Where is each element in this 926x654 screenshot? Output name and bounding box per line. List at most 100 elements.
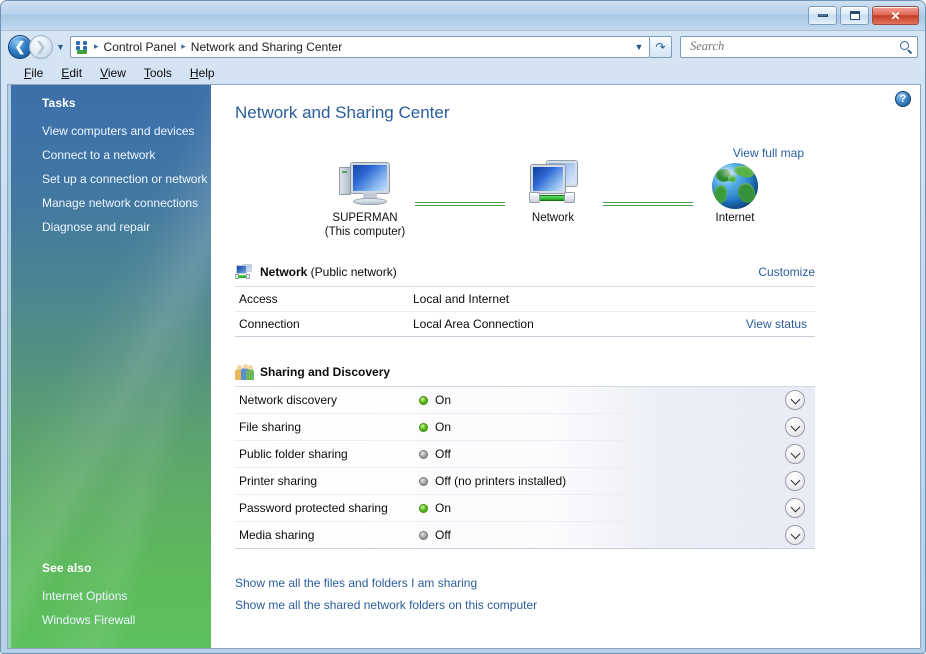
- breadcrumb-separator-1: ▸: [181, 41, 186, 51]
- network-icon: [493, 157, 613, 209]
- chevron-down-icon: [791, 450, 799, 458]
- sidebar-see-also-heading: See also: [42, 561, 92, 575]
- table-row: Access Local and Internet: [235, 287, 815, 312]
- row-value-public-folder-sharing: Off: [419, 447, 785, 461]
- control-panel-icon: [74, 39, 90, 55]
- status-indicator-off: [419, 476, 428, 486]
- explorer-window: ✕ ❮ ❯ ▼ ▸ Control Panel ▸ Network and Sh…: [0, 0, 926, 654]
- show-shared-files-link[interactable]: Show me all the files and folders I am s…: [235, 576, 477, 590]
- table-row: File sharing On: [235, 414, 815, 441]
- row-label-file-sharing: File sharing: [239, 420, 302, 434]
- recent-pages-button[interactable]: ▼: [53, 35, 68, 59]
- show-shared-network-folders-link[interactable]: Show me all the shared network folders o…: [235, 598, 537, 612]
- status-indicator-on: [419, 395, 428, 405]
- status-text-printer-sharing: Off (no printers installed): [435, 474, 567, 488]
- address-dropdown-button[interactable]: ▼: [631, 42, 647, 52]
- chevron-down-icon: [791, 396, 799, 404]
- row-value-connection: Local Area Connection: [413, 317, 534, 331]
- expand-button-password-protected-sharing[interactable]: [785, 498, 805, 518]
- expand-button-media-sharing[interactable]: [785, 525, 805, 545]
- sharing-panel-title: Sharing and Discovery: [260, 365, 390, 379]
- network-panel-header: Network (Public network) Customize: [235, 261, 815, 283]
- arrow-left-icon: ❮: [14, 39, 26, 54]
- view-status-link[interactable]: View status: [746, 317, 815, 331]
- address-bar[interactable]: ▸ Control Panel ▸ Network and Sharing Ce…: [70, 35, 650, 58]
- expand-button-printer-sharing[interactable]: [785, 471, 805, 491]
- sidebar-item-windows-firewall[interactable]: Windows Firewall: [42, 608, 211, 632]
- menu-label-edit: dit: [69, 66, 83, 80]
- map-node-label-superman: SUPERMAN: [332, 212, 398, 224]
- status-indicator-off: [419, 449, 428, 459]
- close-button[interactable]: ✕: [872, 6, 919, 25]
- row-label-access: Access: [239, 292, 278, 306]
- search-box[interactable]: [680, 35, 918, 58]
- breadcrumb-control-panel[interactable]: Control Panel: [101, 39, 180, 55]
- row-label-password-protected-sharing: Password protected sharing: [239, 501, 388, 515]
- connector-line-left: [415, 201, 505, 207]
- map-node-label-network: Network: [531, 212, 575, 224]
- menu-label-file: ile: [31, 66, 44, 80]
- sidebar-item-view-computers-and-devices[interactable]: View computers and devices: [42, 119, 211, 143]
- sharing-and-discovery-panel: Sharing and Discovery Network discovery …: [235, 361, 815, 549]
- sharing-panel-title-text: Sharing and Discovery: [260, 365, 391, 379]
- help-icon: ?: [899, 92, 907, 105]
- sidebar-item-connect-to-a-network[interactable]: Connect to a network: [42, 143, 211, 167]
- breadcrumb-network-and-sharing-center[interactable]: Network and Sharing Center: [188, 39, 345, 55]
- menu-accel-view: V: [100, 66, 108, 80]
- table-row: Printer sharing Off (no printers install…: [235, 468, 815, 495]
- menu-item-file[interactable]: File: [15, 64, 52, 82]
- minimize-icon: [817, 14, 828, 17]
- menu-bar: File Edit View Tools Help: [1, 62, 925, 84]
- network-status-icon: [235, 264, 253, 280]
- map-node-internet[interactable]: Internet: [675, 157, 795, 225]
- customize-link[interactable]: Customize: [758, 265, 815, 279]
- expand-button-file-sharing[interactable]: [785, 417, 805, 437]
- maximize-button[interactable]: [840, 6, 869, 25]
- help-button[interactable]: ?: [895, 91, 911, 107]
- search-input[interactable]: [688, 38, 899, 55]
- chevron-down-icon: [791, 504, 799, 512]
- menu-accel-help: H: [189, 66, 199, 80]
- sidebar-see-also-section: See also Internet Options Windows Firewa…: [8, 550, 211, 632]
- expand-button-network-discovery[interactable]: [785, 390, 805, 410]
- sidebar-item-diagnose-and-repair[interactable]: Diagnose and repair: [42, 215, 211, 239]
- arrow-right-icon: ❯: [35, 39, 47, 54]
- minimize-button[interactable]: [808, 6, 837, 25]
- status-indicator-on: [419, 422, 428, 432]
- menu-item-edit[interactable]: Edit: [52, 64, 91, 82]
- row-value-access: Local and Internet: [413, 292, 510, 306]
- row-value-file-sharing: On: [419, 420, 785, 434]
- close-icon: ✕: [890, 8, 901, 23]
- sidebar-tasks-section: Tasks View computers and devices Connect…: [8, 85, 211, 239]
- map-node-network[interactable]: Network: [493, 157, 613, 225]
- row-label-media-sharing: Media sharing: [239, 528, 315, 542]
- sidebar-item-manage-network-connections[interactable]: Manage network connections: [42, 191, 211, 215]
- row-label-network-discovery: Network discovery: [239, 393, 338, 407]
- network-panel-title: Network (Public network): [260, 265, 397, 279]
- breadcrumb-separator-0: ▸: [94, 41, 99, 51]
- search-icon: [899, 40, 913, 54]
- sidebar-tasks-heading: Tasks: [42, 96, 76, 110]
- refresh-button[interactable]: ↷: [650, 35, 672, 58]
- refresh-icon: ↷: [655, 39, 666, 54]
- row-value-printer-sharing: Off (no printers installed): [419, 474, 785, 488]
- forward-button[interactable]: ❯: [29, 34, 53, 59]
- expand-button-public-folder-sharing[interactable]: [785, 444, 805, 464]
- navigation-bar: ❮ ❯ ▼ ▸ Control Panel ▸ Network and Shar…: [1, 31, 925, 62]
- menu-item-help[interactable]: Help: [181, 64, 224, 82]
- table-row: Public folder sharing Off: [235, 441, 815, 468]
- row-value-password-protected-sharing: On: [419, 501, 785, 515]
- network-panel-title-name: Network: [260, 265, 308, 279]
- sidebar-item-set-up-a-connection-or-network[interactable]: Set up a connection or network: [42, 167, 211, 191]
- sidebar-item-internet-options[interactable]: Internet Options: [42, 584, 211, 608]
- map-node-label-internet: Internet: [715, 212, 755, 224]
- menu-item-tools[interactable]: Tools: [135, 64, 181, 82]
- map-node-sublabel-this-computer: (This computer): [324, 226, 406, 238]
- sharing-panel-rows: Network discovery On File sharing On Pub…: [235, 386, 815, 549]
- map-node-this-computer[interactable]: SUPERMAN (This computer): [305, 157, 425, 239]
- menu-item-view[interactable]: View: [91, 64, 135, 82]
- row-value-media-sharing: Off: [419, 528, 785, 542]
- tasks-sidebar: Tasks View computers and devices Connect…: [8, 85, 211, 648]
- chevron-down-icon: ▼: [56, 41, 65, 52]
- status-text-public-folder-sharing: Off: [435, 447, 451, 461]
